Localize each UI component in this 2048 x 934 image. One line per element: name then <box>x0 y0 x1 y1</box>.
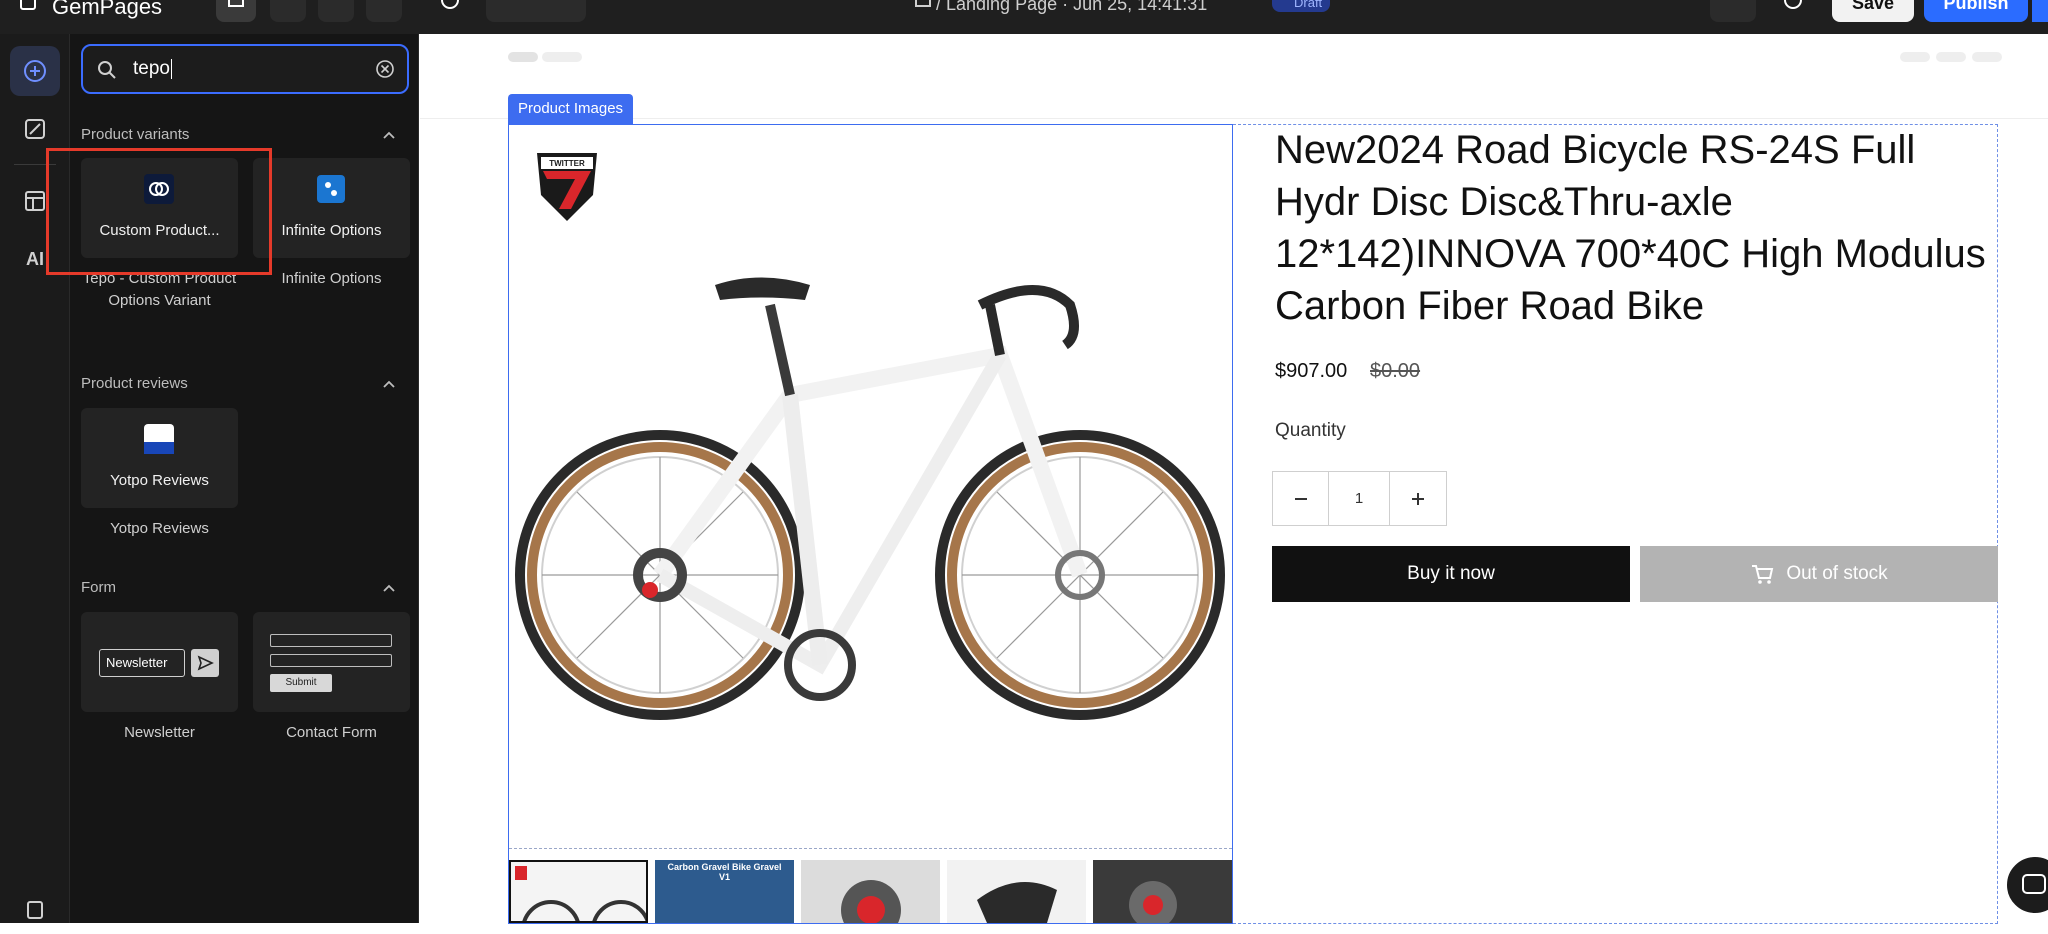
page-title[interactable]: / Landing Page · Jun 25, 14:41:31 <box>936 0 1207 15</box>
thumbnail-image <box>977 882 1057 923</box>
yotpo-icon <box>144 424 174 454</box>
card-label: Infinite Options <box>281 222 382 239</box>
thumbnail-image <box>515 866 646 921</box>
infinite-options-icon <box>317 175 345 203</box>
chat-icon <box>2022 874 2046 894</box>
decrease-quantity-button[interactable] <box>1273 472 1329 525</box>
highlight-box <box>46 148 272 275</box>
publish-button[interactable]: Publish <box>1924 0 2028 22</box>
history-button[interactable] <box>432 0 468 22</box>
out-of-stock-label: Out of stock <box>1786 563 1888 584</box>
clear-search-icon[interactable] <box>375 59 395 79</box>
mobile-view-button[interactable] <box>318 0 354 22</box>
draft-badge: Draft <box>1272 0 1331 12</box>
brand-logo-text: TWITTER <box>549 159 585 168</box>
clipboard-icon <box>27 901 43 919</box>
product-thumbnail[interactable] <box>947 860 1086 923</box>
element-card-infinite-options[interactable]: Infinite Options <box>253 158 410 258</box>
search-icon <box>98 61 116 79</box>
tablet-view-button[interactable] <box>270 0 306 22</box>
chevron-up-icon[interactable] <box>382 583 396 593</box>
buy-it-now-button[interactable]: Buy it now <box>1272 546 1630 602</box>
draft-badge-label: Draft <box>1294 0 1323 10</box>
publish-options-button[interactable] <box>2032 0 2048 22</box>
top-bar: GemPages / Landing Page · Jun 25, 14:41:… <box>0 0 2048 34</box>
newsletter-preview-button <box>191 649 219 677</box>
element-name: Infinite Options <box>281 270 382 287</box>
bicycle-image <box>515 277 1225 720</box>
brand-logo-icon: TWITTER <box>537 153 597 221</box>
element-card-yotpo-reviews[interactable]: Yotpo Reviews <box>81 408 238 508</box>
send-icon <box>197 655 214 671</box>
element-card-newsletter[interactable]: Newsletter <box>81 612 238 712</box>
header-divider <box>420 118 2048 119</box>
undo-redo-group[interactable] <box>486 0 586 22</box>
brand-name: GemPages <box>52 0 163 19</box>
form-preview-field <box>270 654 392 667</box>
header-placeholder <box>1936 52 1966 62</box>
ai-label: AI <box>26 248 44 269</box>
product-price[interactable]: $907.00 <box>1275 360 1347 383</box>
section-title-product-reviews[interactable]: Product reviews <box>81 375 188 392</box>
form-preview-submit: Submit <box>270 674 332 692</box>
compare-at-price[interactable]: $0.00 <box>1370 360 1420 383</box>
header-placeholder <box>1900 52 1930 62</box>
newsletter-preview-input: Newsletter <box>99 649 185 677</box>
search-input[interactable]: tepo <box>133 58 172 80</box>
desktop-view-button[interactable] <box>216 0 256 22</box>
product-thumbnail[interactable] <box>801 860 940 923</box>
cart-icon <box>1752 565 1774 584</box>
quantity-stepper[interactable]: 1 <box>1272 471 1447 526</box>
out-of-stock-button[interactable]: Out of stock <box>1640 546 1998 602</box>
header-placeholder <box>1972 52 2002 62</box>
chevron-up-icon[interactable] <box>382 379 396 389</box>
increase-quantity-button[interactable] <box>1390 472 1446 525</box>
header-placeholder <box>542 52 582 62</box>
section-title-form[interactable]: Form <box>81 579 116 596</box>
chevron-up-icon[interactable] <box>382 130 396 140</box>
section-title-product-variants[interactable]: Product variants <box>81 126 189 143</box>
thumbnail-divider <box>509 848 1232 849</box>
product-thumbnail[interactable]: Carbon Gravel Bike Gravel V1 <box>655 860 794 923</box>
device-view-button[interactable] <box>366 0 402 22</box>
search-box[interactable]: tepo <box>81 44 409 94</box>
add-elements-button[interactable] <box>10 46 60 96</box>
clipboard-button[interactable] <box>10 884 60 934</box>
save-button[interactable]: Save <box>1832 0 1914 22</box>
gempages-logo-icon <box>20 0 36 10</box>
quantity-input[interactable]: 1 <box>1329 472 1390 525</box>
product-thumbnail[interactable] <box>1093 860 1232 923</box>
header-placeholder <box>508 52 538 62</box>
more-button[interactable] <box>1710 0 1756 22</box>
buy-it-now-label: Buy it now <box>1407 563 1495 584</box>
theme-styles-button[interactable] <box>10 104 60 154</box>
history-icon <box>441 0 459 9</box>
thumbnail-title: Carbon Gravel Bike Gravel V1 <box>667 862 782 882</box>
minus-icon <box>1294 497 1307 500</box>
quantity-label: Quantity <box>1275 420 1346 441</box>
layout-icon <box>25 191 45 211</box>
product-thumbnail[interactable] <box>509 860 648 923</box>
desktop-icon <box>228 0 244 7</box>
thumbnail-image <box>841 880 901 923</box>
card-label: Yotpo Reviews <box>110 472 209 489</box>
element-name: Newsletter <box>124 724 195 741</box>
product-images-block[interactable]: TWITTER <box>508 124 1233 924</box>
product-title[interactable]: New2024 Road Bicycle RS-24S Full Hydr Di… <box>1275 124 1995 332</box>
preview-button[interactable] <box>1770 0 1816 22</box>
thumbnail-image <box>1129 881 1177 923</box>
eye-icon <box>1784 0 1802 9</box>
page-icon <box>915 0 931 7</box>
element-name: Contact Form <box>286 724 377 741</box>
form-preview-field <box>270 634 392 647</box>
palette-icon <box>25 119 45 139</box>
element-card-contact-form[interactable]: Submit <box>253 612 410 712</box>
plus-circle-icon <box>24 60 46 82</box>
product-images-tag[interactable]: Product Images <box>508 94 634 124</box>
plus-icon <box>1412 492 1424 505</box>
element-name: Yotpo Reviews <box>110 520 209 537</box>
